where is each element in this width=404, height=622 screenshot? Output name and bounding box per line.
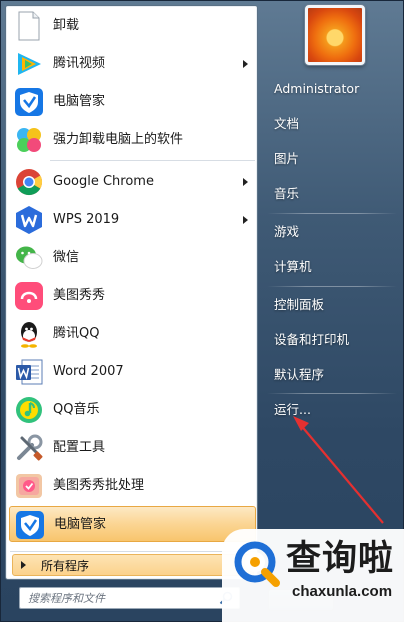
submenu-arrow-icon: [243, 60, 248, 68]
word-icon: [13, 356, 45, 388]
program-label: Google Chrome: [53, 174, 154, 189]
watermark-url: chaxunla.com: [292, 583, 393, 600]
right-item-music[interactable]: 音乐: [265, 179, 400, 209]
meitu-batch-icon: [13, 470, 45, 502]
program-item-meitu[interactable]: 美图秀秀: [9, 278, 256, 314]
all-programs-button[interactable]: 所有程序: [10, 551, 256, 577]
config-tool-icon: [13, 432, 45, 464]
right-separator: [267, 213, 397, 214]
program-label: 卸载: [53, 18, 80, 33]
program-label: 电脑管家: [53, 94, 106, 109]
program-label: Word 2007: [53, 364, 124, 379]
right-item-games[interactable]: 游戏: [265, 217, 400, 247]
meitu-icon: [13, 280, 45, 312]
program-label: QQ音乐: [53, 402, 100, 417]
expand-arrow-icon: [21, 561, 26, 569]
pc-manager-icon: [14, 509, 46, 541]
right-separator: [267, 286, 397, 287]
program-label: 强力卸载电脑上的软件: [53, 132, 184, 147]
program-label: 电脑管家: [54, 517, 107, 532]
program-label: 微信: [53, 250, 80, 265]
right-item-user[interactable]: Administrator: [265, 74, 400, 104]
all-programs-label: 所有程序: [41, 559, 90, 573]
document-icon: [13, 10, 45, 42]
program-label: 美图秀秀批处理: [53, 478, 145, 493]
right-item-computer[interactable]: 计算机: [265, 252, 400, 282]
program-label: 配置工具: [53, 440, 106, 455]
program-item-pc-manager[interactable]: 电脑管家: [9, 84, 256, 120]
uninstaller-icon: [13, 124, 45, 156]
watermark-logo: 查询啦 chaxunla.com: [222, 529, 404, 622]
program-item-pc-manager-highlighted[interactable]: 电脑管家: [9, 506, 256, 542]
qq-music-icon: [13, 394, 45, 426]
magnifier-logo-icon: [234, 541, 280, 587]
right-item-devices-printers[interactable]: 设备和打印机: [265, 325, 400, 355]
program-item-chrome[interactable]: Google Chrome: [9, 164, 256, 200]
annotation-arrow: [293, 416, 384, 524]
program-item-wechat[interactable]: 微信: [9, 240, 256, 276]
search-box[interactable]: [19, 587, 240, 609]
program-item-config-tool[interactable]: 配置工具: [9, 430, 256, 466]
program-label: 美图秀秀: [53, 288, 106, 303]
all-programs-highlight: 所有程序: [12, 554, 254, 576]
wps-icon: [13, 204, 45, 236]
program-item-word[interactable]: Word 2007: [9, 354, 256, 390]
right-item-documents[interactable]: 文档: [265, 109, 400, 139]
qq-icon: [13, 318, 45, 350]
tencent-video-icon: [13, 48, 45, 80]
program-item-meitu-batch[interactable]: 美图秀秀批处理: [9, 468, 256, 504]
programs-pane: 卸载 腾讯视频 电脑管家 强力卸载电脑上的软件 Google Chrome WP…: [5, 5, 258, 580]
program-item-qq-music[interactable]: QQ音乐: [9, 392, 256, 428]
chrome-icon: [13, 166, 45, 198]
right-item-pictures[interactable]: 图片: [265, 144, 400, 174]
program-label: 腾讯QQ: [53, 326, 100, 341]
program-item-uninstall[interactable]: 卸载: [9, 8, 256, 44]
right-separator: [267, 393, 397, 394]
search-input[interactable]: [20, 588, 215, 608]
program-item-uninstaller[interactable]: 强力卸载电脑上的软件: [9, 122, 256, 158]
program-item-qq[interactable]: 腾讯QQ: [9, 316, 256, 352]
menu-separator: [50, 160, 255, 161]
pc-manager-icon: [13, 86, 45, 118]
program-item-wps[interactable]: WPS 2019: [9, 202, 256, 238]
wechat-icon: [13, 242, 45, 274]
start-menu: 卸载 腾讯视频 电脑管家 强力卸载电脑上的软件 Google Chrome WP…: [0, 0, 404, 622]
program-label: WPS 2019: [53, 212, 120, 227]
right-item-control-panel[interactable]: 控制面板: [265, 290, 400, 320]
program-item-tencent-video[interactable]: 腾讯视频: [9, 46, 256, 82]
watermark-title: 查询啦: [286, 539, 395, 579]
submenu-arrow-icon: [243, 216, 248, 224]
program-label: 腾讯视频: [53, 56, 106, 71]
user-avatar[interactable]: [305, 5, 365, 65]
submenu-arrow-icon: [243, 178, 248, 186]
right-item-default-programs[interactable]: 默认程序: [265, 360, 400, 390]
